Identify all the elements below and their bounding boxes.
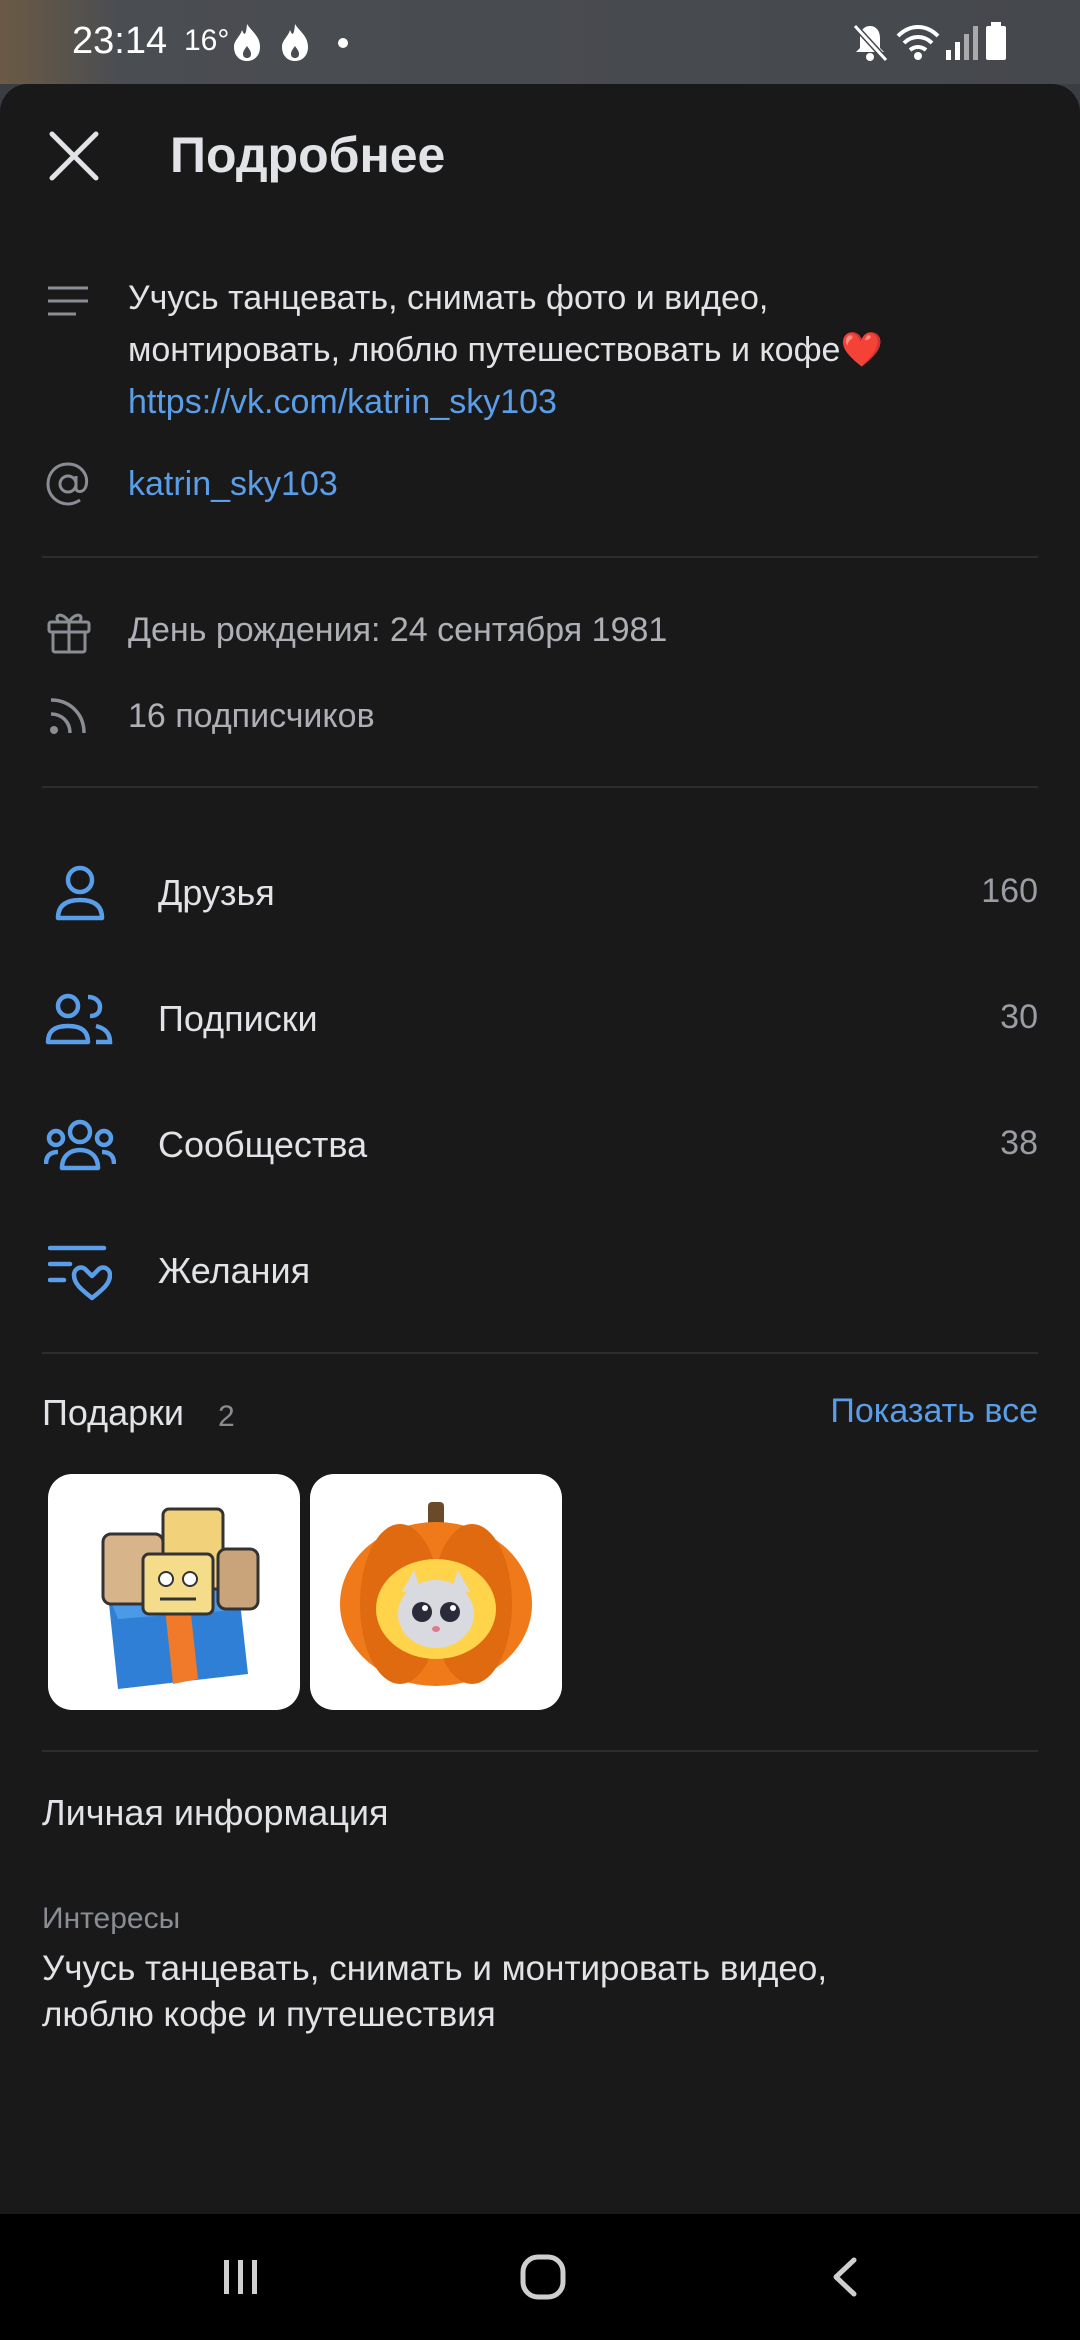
notification-dot-icon <box>338 38 348 48</box>
gifts-count: 2 <box>218 1400 235 1433</box>
gifts-title: Подарки <box>42 1392 185 1433</box>
gift-item-pumpkin[interactable] <box>310 1474 562 1710</box>
show-all-link[interactable]: Показать все <box>770 1392 1038 1431</box>
mute-icon <box>852 23 889 63</box>
gift-box-sticker <box>101 1507 260 1689</box>
clock: 23:14 <box>72 20 168 62</box>
interests-text-line-1: Учусь танцевать, снимать и монтировать в… <box>42 1949 828 1988</box>
groups-icon <box>44 1119 116 1171</box>
system-nav-bar <box>0 2214 1080 2340</box>
fire-icon <box>234 24 260 61</box>
home-icon[interactable] <box>518 2252 568 2302</box>
status-bar: 23:14 16° <box>0 0 1080 84</box>
menu-item-label: Сообщества <box>158 1124 368 1165</box>
page-title: Подробнее <box>170 127 446 183</box>
temperature: 16° <box>184 24 230 57</box>
wishlist-heart-icon <box>48 1245 112 1301</box>
recent-apps-icon[interactable] <box>218 2254 264 2300</box>
people-icon <box>45 993 113 1045</box>
menu-item-label: Желания <box>158 1250 311 1291</box>
menu-item-count: 160 <box>981 872 1038 910</box>
menu-item-subscriptions[interactable]: Подписки 30 <box>0 960 1080 1080</box>
profile-link[interactable]: https://vk.com/katrin_sky103 <box>128 376 557 428</box>
close-icon[interactable] <box>46 128 102 184</box>
menu-item-communities[interactable]: Сообщества 38 <box>0 1086 1080 1206</box>
menu-item-wishes[interactable]: Желания <box>0 1212 1080 1332</box>
divider <box>42 786 1038 788</box>
menu-item-friends[interactable]: Друзья 160 <box>0 834 1080 954</box>
interests-label: Интересы <box>42 1902 181 1935</box>
birthday-text: День рождения: 24 сентября 1981 <box>128 611 668 649</box>
menu-item-count: 38 <box>1000 1124 1038 1162</box>
status-text-line-1: Учусь танцевать, снимать фото и видео, <box>128 279 769 317</box>
signal-icon <box>946 26 978 60</box>
gift-item-box[interactable] <box>48 1474 300 1710</box>
menu-item-count: 30 <box>1000 998 1038 1036</box>
details-sheet: Подробнее Учусь танцевать, снимать фото … <box>0 84 1080 2214</box>
followers-text: 16 подписчиков <box>128 697 375 735</box>
back-icon[interactable] <box>826 2254 866 2300</box>
battery-icon <box>986 22 1006 60</box>
divider <box>42 556 1038 558</box>
fire-icon <box>282 24 308 61</box>
rss-icon <box>50 698 86 734</box>
wifi-icon <box>896 25 940 60</box>
menu-item-label: Подписки <box>158 998 318 1039</box>
menu-item-label: Друзья <box>158 872 275 913</box>
personal-info-title: Личная информация <box>42 1792 389 1833</box>
divider <box>42 1352 1038 1354</box>
gift-icon <box>47 613 91 654</box>
username-link[interactable]: katrin_sky103 <box>128 458 338 510</box>
interests-text-line-2: люблю кофе и путешествия <box>42 1995 496 2034</box>
person-icon <box>55 865 105 921</box>
pumpkin-cat-sticker <box>340 1502 532 1686</box>
divider <box>42 1750 1038 1752</box>
at-sign-icon <box>46 462 89 506</box>
status-text-line-2: монтировать, люблю путешествовать и кофе… <box>128 331 883 369</box>
text-lines-icon <box>48 286 88 316</box>
